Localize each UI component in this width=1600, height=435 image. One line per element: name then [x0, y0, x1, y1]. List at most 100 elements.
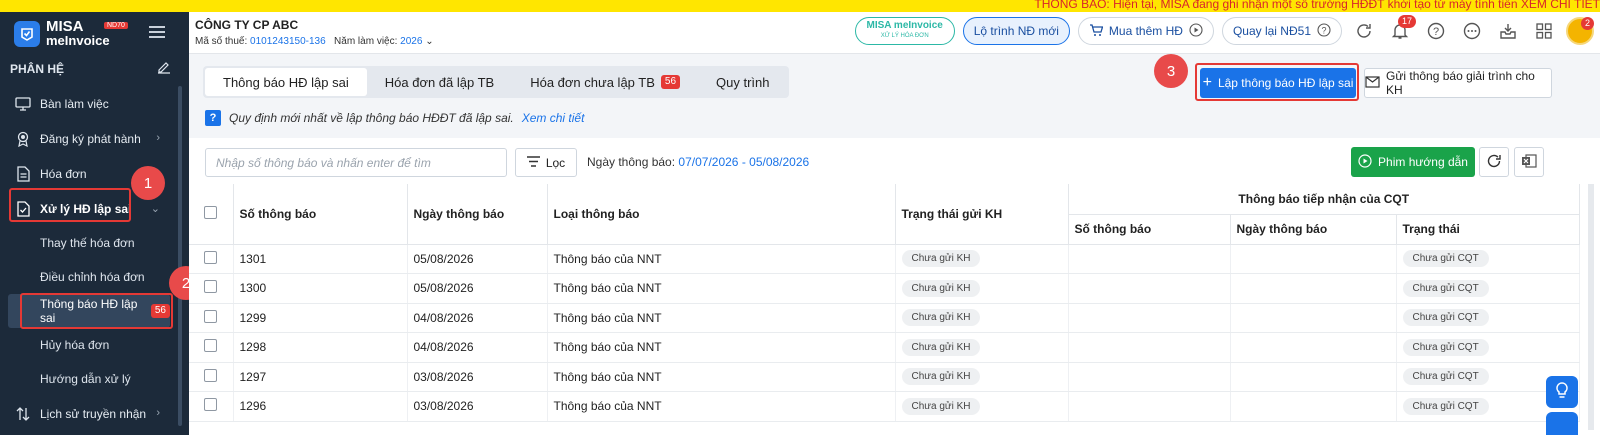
row-select-cell: [189, 303, 234, 333]
status-badge: Chưa gửi CQT: [1402, 309, 1489, 327]
cell-cqt-date: [1230, 391, 1397, 422]
sidebar: MISA meInvoice ND70 PHÂN HỆ Bàn làm việc…: [0, 12, 189, 435]
table-scrollbar[interactable]: [1588, 184, 1594, 430]
inbox-icon[interactable]: [1494, 17, 1522, 45]
select-all-cell: [189, 184, 234, 245]
notice-text[interactable]: THÔNG BÁO: Hiện tại, MISA đang ghi nhận …: [1034, 0, 1600, 11]
sidebar-subitem-cancel[interactable]: Hủy hóa đơn: [0, 328, 180, 362]
svg-text:?: ?: [1433, 26, 1439, 38]
chevron-down-icon[interactable]: ⌄: [425, 36, 433, 47]
back-nd51-button[interactable]: Quay lại NĐ51 ?: [1221, 17, 1342, 45]
brand-product: meInvoice: [46, 33, 110, 48]
misa-chip[interactable]: MISA meInvoice XỬ LÝ HÓA ĐƠN: [854, 17, 955, 45]
cell-date: 04/08/2026: [407, 303, 548, 333]
table-row[interactable]: 1298 04/08/2026 Thông báo của NNT Chưa gửi …: [189, 332, 1580, 363]
cell-number: 1297: [233, 362, 408, 392]
year-select[interactable]: 2026: [400, 36, 422, 47]
row-select-cell: [189, 332, 234, 363]
apps-grid-icon[interactable]: [1530, 17, 1558, 45]
count-badge: 56: [660, 75, 681, 89]
row-checkbox[interactable]: [204, 339, 218, 353]
cell-cqt-date: [1230, 273, 1397, 304]
tab-unnotified-invoices[interactable]: Hóa đơn chưa lập TB 56: [512, 68, 698, 96]
col-cqt-status[interactable]: Trạng thái: [1396, 214, 1580, 245]
reload-button[interactable]: [1479, 147, 1509, 177]
play-icon: [1358, 153, 1372, 171]
info-icon: ?: [205, 110, 221, 126]
edit-icon[interactable]: [157, 60, 171, 74]
cell-type: Thông báo của NNT: [547, 332, 896, 363]
cell-number: 1298: [233, 332, 408, 363]
status-badge: Chưa gửi KH: [901, 250, 981, 268]
table-row[interactable]: 1296 03/08/2026 Thông báo của NNT Chưa gửi …: [189, 391, 1580, 422]
tax-label: Mã số thuế:: [195, 36, 248, 47]
status-badge: Chưa gửi CQT: [1402, 338, 1489, 356]
misa-logo-icon: [14, 21, 40, 47]
row-checkbox[interactable]: [204, 398, 218, 412]
row-checkbox[interactable]: [204, 368, 218, 382]
row-select-cell: [189, 391, 234, 422]
tab-notified-invoices[interactable]: Hóa đơn đã lập TB: [367, 68, 512, 96]
sidebar-subitem-guide[interactable]: Hướng dẫn xử lý: [0, 362, 180, 396]
row-select-cell: [189, 244, 234, 274]
decree-tag: ND70: [104, 22, 128, 29]
misa-chip-title: MISA meInvoice: [866, 20, 943, 31]
roadmap-button[interactable]: Lộ trình NĐ mới: [962, 17, 1070, 45]
table-row[interactable]: 1300 05/08/2026 Thông báo của NNT Chưa gửi …: [189, 273, 1580, 304]
highlight-create-button: [1195, 63, 1359, 101]
col-cqt-date[interactable]: Ngày thông báo: [1230, 214, 1397, 245]
cart-icon: [1089, 23, 1104, 40]
send-explanation-button[interactable]: Gửi thông báo giải trình cho KH: [1364, 68, 1552, 98]
play-circle-icon[interactable]: [1189, 22, 1203, 40]
col-type[interactable]: Loại thông báo: [547, 184, 896, 245]
buy-more-button[interactable]: Mua thêm HĐ: [1077, 17, 1214, 45]
sidebar-subitem-replace[interactable]: Thay thế hóa đơn: [0, 226, 180, 260]
help-circle-icon[interactable]: ?: [1422, 17, 1450, 45]
search-input[interactable]: Nhập số thông báo và nhấn enter để tìm: [205, 148, 507, 177]
refresh-icon: [1486, 153, 1502, 172]
send-explanation-label: Gửi thông báo giải trình cho KH: [1386, 69, 1535, 97]
date-range-value[interactable]: 07/07/2026 - 05/08/2026: [678, 155, 809, 169]
guide-video-button[interactable]: Phim hướng dẫn: [1351, 147, 1475, 177]
table-row[interactable]: 1297 03/08/2026 Thông báo của NNT Chưa gửi …: [189, 362, 1580, 392]
tab-process[interactable]: Quy trình: [698, 68, 787, 96]
user-avatar[interactable]: 2: [1566, 17, 1594, 45]
row-checkbox[interactable]: [204, 250, 218, 264]
sidebar-item-register[interactable]: Đăng ký phát hành ›: [0, 121, 180, 156]
more-icon[interactable]: [1458, 17, 1486, 45]
sidebar-nav: Bàn làm việc Đăng ký phát hành › Hóa đơn…: [0, 86, 180, 431]
sidebar-item-history[interactable]: Lịch sử truyền nhận ›: [0, 396, 180, 431]
cell-cqt-status: Chưa gửi CQT: [1396, 303, 1580, 333]
export-excel-button[interactable]: [1514, 147, 1544, 177]
col-number[interactable]: Số thông báo: [233, 184, 408, 245]
select-all-checkbox[interactable]: [204, 205, 218, 219]
view-details-link[interactable]: Xem chi tiết: [522, 111, 585, 125]
sidebar-item-label: Hóa đơn: [40, 166, 87, 181]
col-send-status[interactable]: Trạng thái gửi KH: [895, 184, 1069, 245]
table-row[interactable]: 1299 04/08/2026 Thông báo của NNT Chưa gửi …: [189, 303, 1580, 333]
col-cqt-number[interactable]: Số thông báo: [1068, 214, 1231, 245]
filter-button[interactable]: Lọc: [515, 148, 577, 177]
cell-number: 1299: [233, 303, 408, 333]
sidebar-subitem-adjust[interactable]: Điều chỉnh hóa đơn: [0, 260, 180, 294]
cell-cqt-number: [1068, 391, 1231, 422]
refresh-icon[interactable]: [1350, 17, 1378, 45]
highlight-error-notice: [20, 293, 173, 329]
table-body: 1301 05/08/2026 Thông báo của NNT Chưa gửi …: [189, 244, 1580, 422]
row-checkbox[interactable]: [204, 309, 218, 323]
bell-icon[interactable]: 17: [1386, 15, 1416, 45]
tab-error-notices[interactable]: Thông báo HĐ lập sai: [205, 68, 367, 96]
menu-toggle-icon[interactable]: [149, 26, 165, 38]
sidebar-scrollbar[interactable]: [178, 86, 182, 426]
row-checkbox[interactable]: [204, 280, 218, 294]
sidebar-item-workspace[interactable]: Bàn làm việc: [0, 86, 180, 121]
filter-label: Lọc: [545, 155, 566, 170]
col-date[interactable]: Ngày thông báo: [407, 184, 548, 245]
highlight-fix-invoices: [9, 188, 131, 222]
status-badge: Chưa gửi KH: [901, 368, 981, 386]
chat-float-button[interactable]: [1546, 412, 1578, 435]
app-logo[interactable]: MISA meInvoice ND70: [14, 19, 128, 48]
help-icon[interactable]: ?: [1317, 22, 1331, 40]
idea-float-button[interactable]: [1546, 376, 1578, 408]
table-row[interactable]: 1301 05/08/2026 Thông báo của NNT Chưa gửi …: [189, 244, 1580, 274]
